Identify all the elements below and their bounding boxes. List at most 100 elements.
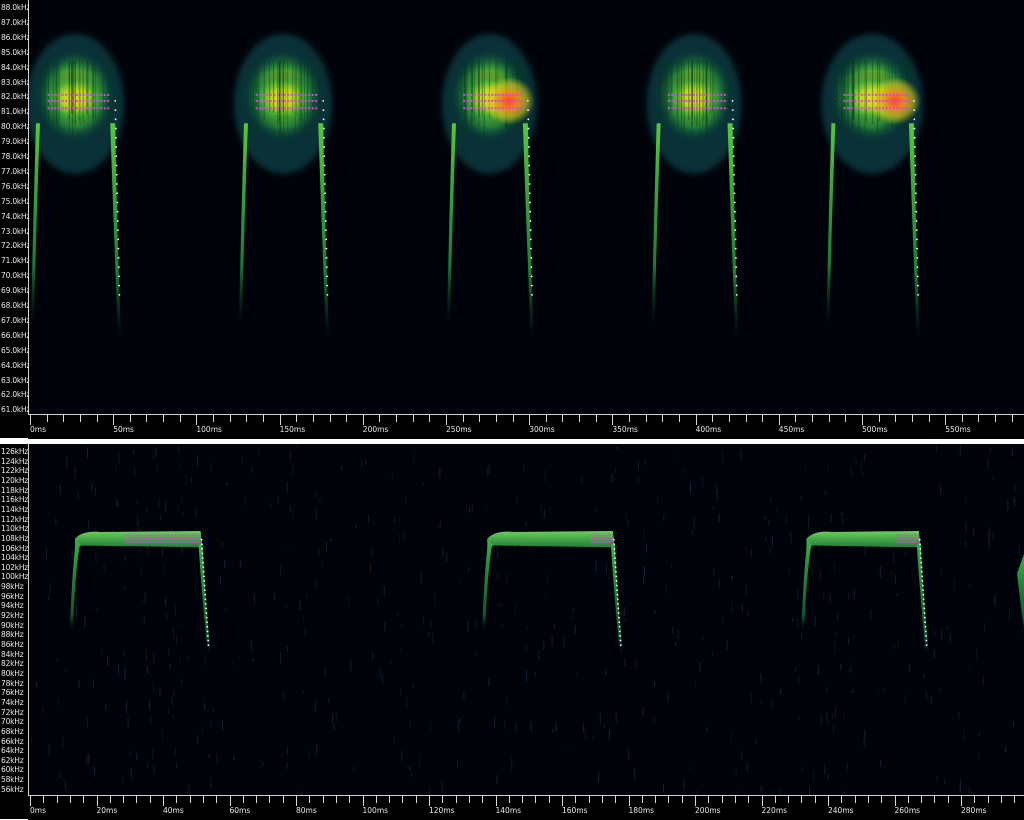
noise-streak bbox=[497, 572, 499, 579]
call-striation bbox=[835, 60, 837, 117]
call-trace-dot bbox=[325, 229, 327, 232]
call-trace-dot bbox=[734, 229, 737, 232]
call-striation bbox=[82, 60, 84, 123]
call-trace-dot bbox=[324, 210, 327, 213]
bottom-y-label: 126kHz bbox=[1, 447, 29, 456]
top-x-tick bbox=[512, 415, 514, 422]
noise-streak bbox=[801, 766, 803, 771]
noise-streak bbox=[746, 762, 748, 771]
noise-streak bbox=[176, 636, 178, 645]
call-striation bbox=[713, 60, 715, 132]
bottom-x-tick bbox=[508, 796, 510, 803]
noise-streak bbox=[147, 549, 149, 557]
noise-streak bbox=[790, 533, 792, 544]
top-call-5 bbox=[821, 33, 923, 340]
call-trace-dot bbox=[916, 275, 919, 278]
top-y-label: 79.0kHz bbox=[1, 137, 31, 147]
call-rise bbox=[30, 123, 40, 325]
call-trace-dot bbox=[914, 183, 917, 185]
background-noise bbox=[30, 444, 1023, 795]
call-trace-dot bbox=[733, 173, 736, 176]
noise-streak bbox=[677, 629, 679, 639]
top-y-label: 65.0kHz bbox=[1, 345, 31, 355]
noise-streak bbox=[159, 686, 161, 698]
bottom-x-tick bbox=[189, 796, 191, 803]
noise-streak bbox=[699, 662, 701, 672]
call-trace-dot bbox=[919, 543, 921, 546]
bottom-x-tick bbox=[176, 796, 178, 803]
noise-streak bbox=[403, 534, 405, 541]
noise-streak bbox=[263, 762, 265, 767]
bottom-frequency-axis: 126kHz 124kHz 122kHz 120kHz 118kHz 116kHz 114k… bbox=[0, 444, 29, 795]
call-trace-dot bbox=[528, 164, 531, 167]
noise-streak bbox=[126, 705, 128, 715]
bottom-spectrogram-plot[interactable] bbox=[29, 444, 1024, 795]
noise-streak bbox=[149, 699, 151, 711]
noise-streak bbox=[306, 594, 308, 598]
noise-streak bbox=[850, 468, 852, 475]
noise-streak bbox=[769, 547, 771, 554]
call-trace-dot bbox=[530, 247, 532, 250]
bottom-x-tick bbox=[429, 796, 430, 806]
noise-streak bbox=[153, 653, 155, 664]
noise-streak bbox=[97, 607, 99, 612]
noise-streak bbox=[498, 604, 500, 608]
bottom-x-tick bbox=[468, 796, 470, 803]
noise-streak bbox=[118, 451, 120, 464]
noise-streak bbox=[670, 564, 672, 569]
call-trace-dot bbox=[203, 589, 206, 591]
bottom-y-label: 66kHz bbox=[1, 736, 24, 746]
call-fall bbox=[727, 123, 739, 340]
noise-streak bbox=[372, 652, 374, 659]
call-trace-dot bbox=[918, 538, 921, 541]
noise-streak bbox=[804, 465, 806, 469]
noise-streak bbox=[441, 781, 443, 792]
top-x-tick bbox=[329, 415, 331, 422]
top-y-label: 68.0kHz bbox=[1, 301, 31, 310]
noise-streak bbox=[965, 522, 967, 533]
bottom-y-label: 84kHz bbox=[1, 649, 24, 659]
noise-streak bbox=[543, 509, 545, 519]
noise-streak bbox=[1014, 497, 1016, 508]
noise-streak bbox=[830, 513, 832, 523]
call-striation bbox=[865, 60, 867, 123]
call-plateau bbox=[74, 530, 203, 551]
call-striation bbox=[470, 60, 472, 123]
bottom-y-label: 112kHz bbox=[1, 514, 29, 524]
call-trace-dot bbox=[527, 118, 530, 121]
top-spectrogram-plot[interactable] bbox=[29, 0, 1024, 414]
noise-streak bbox=[863, 454, 865, 461]
top-x-label: 350ms bbox=[612, 425, 638, 434]
bottom-y-label: 90kHz bbox=[1, 620, 24, 630]
call-trace-dot bbox=[923, 612, 926, 614]
noise-streak bbox=[605, 669, 607, 677]
bottom-x-tick bbox=[867, 796, 869, 803]
noise-streak bbox=[438, 523, 440, 530]
call-trace-dot bbox=[734, 210, 736, 213]
noise-streak bbox=[860, 460, 862, 471]
noise-streak bbox=[570, 615, 572, 621]
noise-streak bbox=[775, 509, 777, 514]
bottom-x-tick bbox=[30, 796, 31, 806]
noise-streak bbox=[605, 563, 607, 575]
call-trace-dot bbox=[919, 547, 922, 550]
noise-streak bbox=[181, 547, 183, 554]
call-fall bbox=[198, 544, 211, 654]
noise-streak bbox=[712, 652, 714, 657]
bottom-x-tick bbox=[229, 796, 231, 806]
bottom-y-label: 120kHz bbox=[1, 475, 29, 485]
call-trace-dot bbox=[732, 127, 735, 130]
noise-streak bbox=[409, 720, 411, 728]
noise-streak bbox=[233, 755, 235, 761]
bottom-x-label: 0ms bbox=[30, 806, 46, 815]
call-striation bbox=[277, 60, 279, 126]
noise-streak bbox=[634, 767, 636, 779]
noise-streak bbox=[892, 552, 894, 564]
noise-streak bbox=[296, 444, 298, 450]
noise-streak bbox=[328, 698, 330, 704]
noise-streak bbox=[175, 604, 177, 617]
noise-streak bbox=[496, 774, 498, 785]
top-x-tick bbox=[146, 415, 148, 422]
noise-streak bbox=[768, 520, 770, 525]
noise-streak bbox=[287, 544, 289, 549]
